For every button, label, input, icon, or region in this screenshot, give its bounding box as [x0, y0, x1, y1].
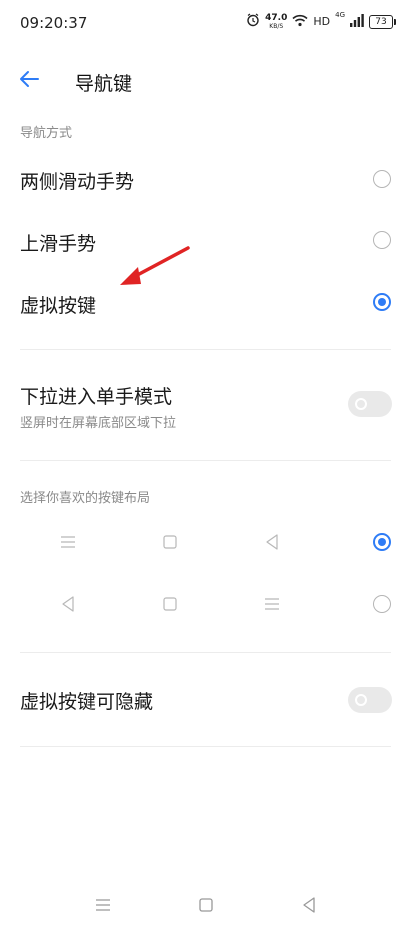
- hide-keys-row[interactable]: 虚拟按键可隐藏: [0, 678, 411, 722]
- network-label: HD: [313, 15, 331, 28]
- status-time: 09:20:37: [20, 14, 88, 32]
- page-title: 导航键: [75, 73, 133, 95]
- alarm-icon: [246, 12, 260, 31]
- nav-option-label: 虚拟按键: [20, 295, 97, 317]
- menu-icon: [262, 594, 282, 614]
- nav-option-side-swipe[interactable]: 两侧滑动手势: [0, 158, 411, 200]
- divider: [20, 746, 391, 747]
- nav-back-icon[interactable]: [298, 894, 320, 916]
- hide-keys-label: 虚拟按键可隐藏: [20, 691, 154, 713]
- key-layout-option-2[interactable]: [0, 584, 411, 624]
- home-square-icon: [160, 594, 180, 614]
- one-hand-mode-sublabel: 竖屏时在屏幕底部区域下拉: [20, 416, 177, 431]
- nav-option-swipe-up[interactable]: 上滑手势: [0, 220, 411, 262]
- battery-indicator: 73: [369, 14, 396, 29]
- radio-swipe-up[interactable]: [373, 231, 391, 249]
- radio-key-layout-1[interactable]: [373, 533, 391, 551]
- annotation-arrow-icon: [120, 246, 190, 285]
- section-label-key-layout: 选择你喜欢的按键布局: [20, 491, 151, 506]
- nav-option-virtual-keys[interactable]: 虚拟按键: [0, 282, 411, 324]
- divider: [20, 652, 391, 653]
- radio-side-swipe[interactable]: [373, 170, 391, 188]
- nav-menu-icon[interactable]: [92, 894, 114, 916]
- page-header: 导航键: [0, 58, 411, 102]
- radio-key-layout-2[interactable]: [373, 595, 391, 613]
- menu-icon: [58, 532, 78, 552]
- speed-unit: KB/S: [269, 22, 284, 30]
- back-button[interactable]: [12, 64, 46, 98]
- status-bar: 09:20:37 47.0 KB/S HD 4G 73: [0, 0, 411, 48]
- system-nav-bar: [0, 880, 411, 925]
- back-arrow-icon: [18, 70, 40, 92]
- signal-icon: [350, 12, 364, 31]
- nav-option-label: 上滑手势: [20, 233, 97, 255]
- back-triangle-icon: [262, 532, 282, 552]
- network-speed: 47.0 KB/S: [265, 12, 288, 30]
- key-layout-option-1[interactable]: [0, 522, 411, 562]
- nav-home-icon[interactable]: [195, 894, 217, 916]
- speed-value: 47.0: [265, 12, 288, 23]
- section-label-navigation-mode: 导航方式: [20, 126, 73, 141]
- signal-type: 4G: [335, 11, 345, 19]
- divider: [20, 349, 391, 350]
- nav-option-label: 两侧滑动手势: [20, 171, 135, 193]
- hide-keys-toggle[interactable]: [348, 687, 392, 713]
- one-hand-mode-row[interactable]: 下拉进入单手模式 竖屏时在屏幕底部区域下拉: [0, 372, 411, 438]
- home-square-icon: [160, 532, 180, 552]
- one-hand-mode-label: 下拉进入单手模式: [20, 386, 173, 408]
- wifi-icon: [292, 12, 308, 31]
- back-triangle-icon: [58, 594, 78, 614]
- status-icons: 47.0 KB/S HD 4G 73: [246, 11, 396, 31]
- divider: [20, 460, 391, 461]
- one-hand-mode-toggle[interactable]: [348, 391, 392, 417]
- radio-virtual-keys[interactable]: [373, 293, 391, 311]
